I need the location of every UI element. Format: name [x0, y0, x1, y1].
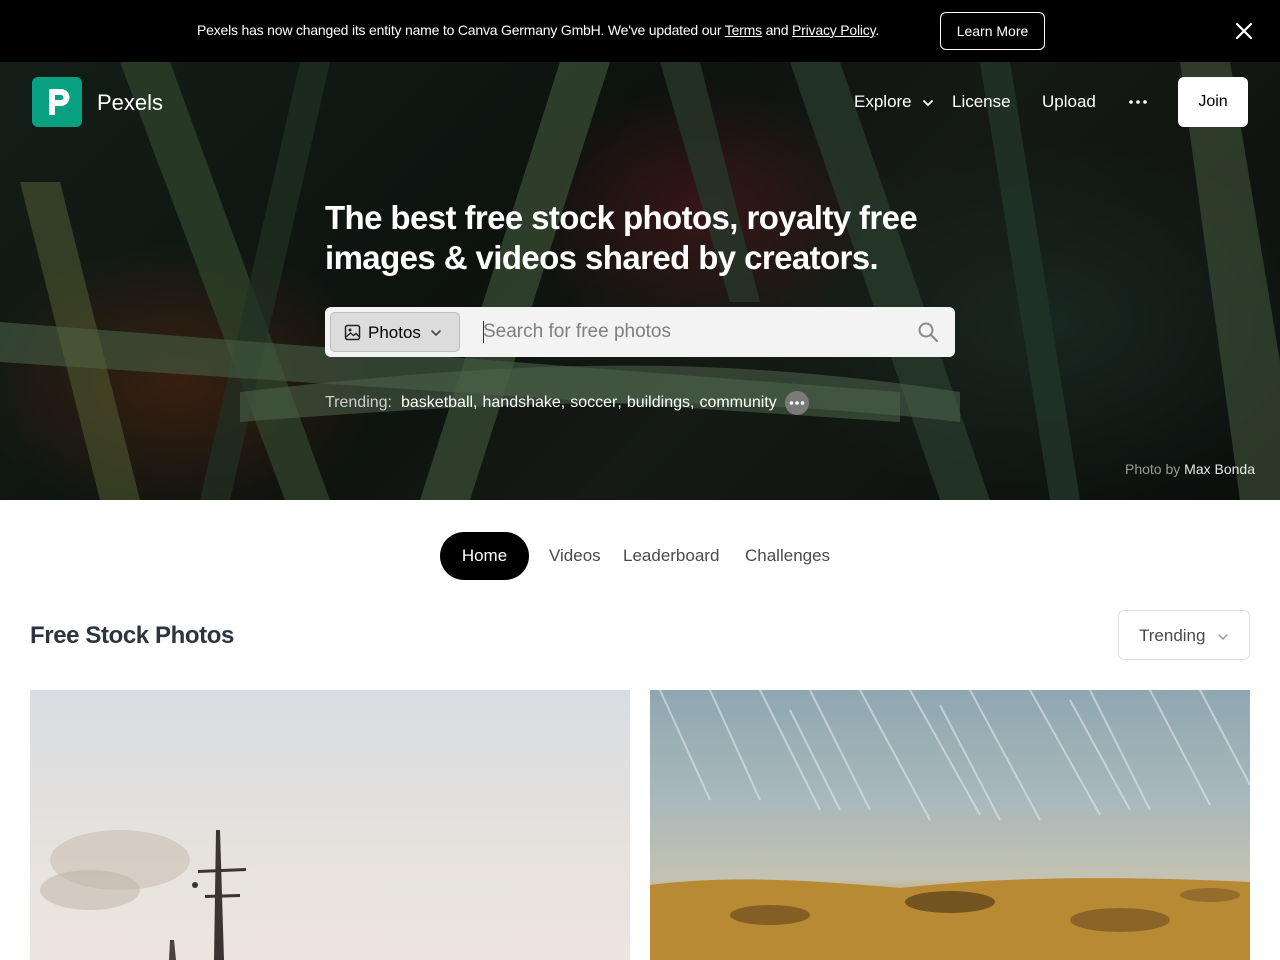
sort-dropdown[interactable]: Trending — [1118, 610, 1250, 660]
pexels-logo-icon — [49, 89, 70, 115]
tab-leaderboard[interactable]: Leaderboard — [623, 532, 719, 580]
join-button[interactable]: Join — [1178, 77, 1248, 127]
nav-license[interactable]: License — [952, 92, 1011, 112]
announcement-bar: Pexels has now changed its entity name t… — [0, 0, 1280, 62]
trending-separator: , — [560, 394, 566, 411]
trending-term[interactable]: basketball — [401, 394, 473, 412]
search-bar: Photos — [325, 307, 955, 357]
announcement-message: Pexels has now changed its entity name t… — [197, 22, 725, 38]
trending-term[interactable]: handshake — [483, 394, 561, 412]
search-type-dropdown[interactable]: Photos — [330, 312, 460, 352]
hero-banner: Pexels Explore License Upload Join The b… — [0, 62, 1280, 500]
search-type-label: Photos — [368, 323, 421, 342]
section-title: Free Stock Photos — [30, 622, 234, 649]
search-icon[interactable] — [917, 321, 939, 343]
photo-image — [650, 690, 1250, 960]
more-trending-button[interactable] — [784, 391, 809, 415]
search-input[interactable] — [483, 315, 903, 349]
image-icon — [344, 324, 361, 341]
more-horizontal-icon[interactable] — [1127, 96, 1149, 108]
trending-label: Trending: — [325, 394, 392, 411]
trending-term[interactable]: community — [699, 394, 776, 412]
tab-home[interactable]: Home — [440, 532, 529, 580]
chevron-down-icon[interactable] — [921, 96, 935, 110]
hero-overlay — [0, 62, 1280, 500]
text-cursor — [483, 321, 484, 343]
photo-card[interactable] — [650, 690, 1250, 960]
brand-name[interactable]: Pexels — [97, 90, 163, 116]
trending-term[interactable]: buildings — [627, 394, 690, 412]
hero-headline-line2: images & videos shared by creators. — [325, 239, 879, 276]
chevron-down-icon — [431, 330, 441, 337]
tab-videos[interactable]: Videos — [549, 532, 601, 580]
photo-credit-prefix: Photo by — [1125, 461, 1185, 477]
trending-separator: , — [473, 394, 478, 411]
nav-explore[interactable]: Explore — [854, 92, 912, 112]
hero-headline-line1: The best free stock photos, royalty free — [325, 199, 918, 236]
privacy-policy-link[interactable]: Privacy Policy — [792, 22, 875, 38]
nav-upload[interactable]: Upload — [1042, 92, 1096, 112]
tab-challenges[interactable]: Challenges — [745, 532, 830, 580]
announcement-and: and — [761, 22, 793, 38]
learn-more-button[interactable]: Learn More — [940, 12, 1045, 50]
photo-credit: Photo by Max Bonda — [1125, 461, 1255, 477]
trending-term[interactable]: soccer — [570, 394, 617, 412]
photo-image — [40, 830, 246, 960]
close-icon[interactable] — [1233, 20, 1255, 42]
chevron-down-icon — [1218, 634, 1228, 641]
trending-separator: , — [617, 394, 622, 411]
announcement-text: Pexels has now changed its entity name t… — [197, 22, 879, 38]
sort-label: Trending — [1139, 626, 1206, 645]
trending-separator: , — [689, 394, 695, 411]
announcement-period: . — [875, 22, 880, 38]
pexels-logo[interactable] — [32, 77, 82, 127]
trending-searches: Trending: basketball, handshake, soccer,… — [325, 391, 809, 415]
terms-link[interactable]: Terms — [725, 22, 762, 38]
photo-card[interactable] — [30, 690, 630, 960]
hero-headline: The best free stock photos, royalty free… — [325, 198, 965, 278]
more-horizontal-icon — [789, 401, 805, 405]
photographer-link[interactable]: Max Bonda — [1184, 461, 1255, 477]
